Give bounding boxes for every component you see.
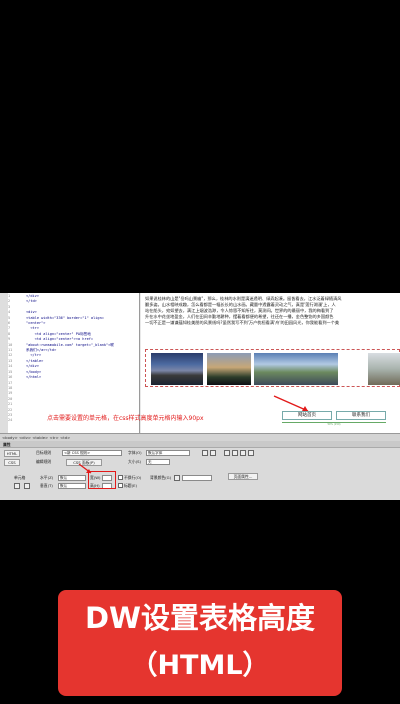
horz-select[interactable]: 默认 [58,475,86,481]
vert-select[interactable]: 默认 [58,483,86,489]
photo-river-sunset[interactable] [207,353,251,385]
table-width-indicator: 50% (150) [282,422,386,426]
header-label: 标题(E) [124,483,137,488]
code-toolbar-gutter [0,293,8,433]
title-banner: DW设置表格高度 （HTML） [58,590,342,696]
split-cells-icon[interactable] [24,483,30,489]
vert-label: 垂直(T) [40,483,53,488]
line-numbers: 1 2 3 4 5 6 7 8 9 10 11 12 13 14 15 16 17 18 19 20 21 22 23 24 [8,294,24,424]
body-paragraph[interactable]: 如果说桂林的山是"岳吗山景幽"，那么，桂林的水则是漓迷透明、绿弄起凑。留皆看去，… [145,296,400,326]
banner-subtitle: （HTML） [130,650,270,681]
dreamweaver-window: 1 2 3 4 5 6 7 8 9 10 11 12 13 14 15 16 17 18 19 20 21 22 23 24 … [0,293,400,500]
font-select[interactable]: 默认字体 [146,450,190,456]
size-select[interactable]: 无 [146,459,170,465]
italic-button[interactable] [210,450,216,456]
target-rule-select[interactable]: <新 CSS 规则> [62,450,122,456]
instruction-note: 点击需要设置的单元格，在css样式高度单元格内输入90px [47,415,204,422]
merge-cells-icon[interactable] [14,483,20,489]
align-center-icon[interactable] [232,450,238,456]
edit-rule-label: 编辑规则 [36,459,52,464]
bold-button[interactable] [202,450,208,456]
nowrap-checkbox[interactable] [118,475,123,480]
size-label: 大小(S) [128,459,141,464]
cell-label: 单元格 [14,475,26,480]
header-checkbox[interactable] [118,483,123,488]
bg-color-label: 背景颜色(G) [150,475,172,480]
nowrap-label: 不换行(O) [124,475,142,480]
code-lines[interactable]: </div> </td> <div> <table width="336" bord… [26,294,138,381]
code-line[interactable]: </html> [26,375,138,380]
arrow-to-height [78,463,92,474]
page-properties-button[interactable]: 页面属性... [228,473,258,480]
code-view[interactable]: 1 2 3 4 5 6 7 8 9 10 11 12 13 14 15 16 17 18 19 20 21 22 23 24 … [0,293,140,433]
link-cell-contact[interactable]: 联系我们 [336,411,386,420]
target-rule-label: 目标规则 [36,450,52,455]
photo-lake-night[interactable] [151,353,203,385]
tag-selector-bar[interactable]: <body> <div> <table> <tr> <td> [0,433,400,441]
photo-row-table[interactable] [145,349,400,387]
align-left-icon[interactable] [224,450,230,456]
line-number: 24 [8,418,13,423]
photo-karst-panorama[interactable] [254,353,338,385]
photo-village[interactable] [368,353,400,385]
align-justify-icon[interactable] [248,450,254,456]
banner-title: DW设置表格高度 [84,601,316,635]
paragraph-line: 一切不正是一谦谦蕴知桂美朋的风景线吗?虽然我写不到'万户枕桓看满'舟'的田园风光… [145,320,340,325]
font-label: 字体(O) [128,450,142,455]
css-tab-button[interactable]: CSS [4,459,20,466]
bg-color-swatch[interactable] [174,475,180,481]
properties-panel: 属性 HTML CSS 目标规则 <新 CSS 规则> 编辑规则 CSS 面板(… [0,441,400,500]
properties-title: 属性 [0,441,400,448]
html-tab-button[interactable]: HTML [4,450,20,457]
horz-label: 水平(Z) [40,475,54,480]
align-right-icon[interactable] [240,450,246,456]
link-cell-home[interactable]: 网站首页 [282,411,332,420]
bg-color-input[interactable] [182,475,212,481]
